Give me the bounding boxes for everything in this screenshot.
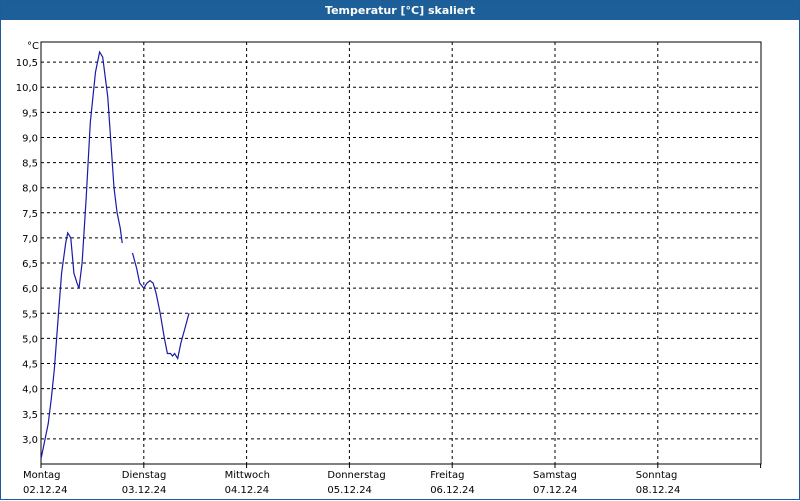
x-tick-date-label: 03.12.24 <box>122 485 167 496</box>
x-tick-day-label: Montag <box>23 470 60 481</box>
y-tick-label: 3,5 <box>22 410 38 421</box>
y-tick-label: 9,0 <box>22 133 38 144</box>
x-tick-day-label: Freitag <box>430 470 464 481</box>
y-axis-unit-label: °C <box>27 41 39 52</box>
y-tick-label: 10,0 <box>16 83 38 94</box>
y-tick-label: 7,0 <box>22 234 38 245</box>
x-tick-date-label: 05.12.24 <box>327 485 372 496</box>
x-tick-date-label: 06.12.24 <box>430 485 475 496</box>
x-tick-date-label: 02.12.24 <box>23 485 68 496</box>
chart-window: Temperatur [°C] skaliert 3,0 3,5 4,0 4,5 5,0… <box>0 0 800 500</box>
y-tick-label: 5,0 <box>22 334 38 345</box>
plot-area <box>40 41 762 465</box>
temperature-chart: 3,0 3,5 4,0 4,5 5,0 5,5 6,0 6,5 7,0 7,5 8,0 8,5 9,0 9… <box>16 41 762 496</box>
x-tick-date-label: 07.12.24 <box>533 485 578 496</box>
y-tick-label: 4,0 <box>22 385 38 396</box>
y-tick-label: 7,5 <box>22 209 38 220</box>
y-tick-label: 6,0 <box>22 284 38 295</box>
x-tick-day-label: Samstag <box>533 470 577 481</box>
y-tick-label: 9,5 <box>22 108 38 119</box>
y-tick-label: 3,0 <box>22 435 38 446</box>
y-tick-label: 4,5 <box>22 360 38 371</box>
x-tick-day-label: Sonntag <box>636 470 678 481</box>
x-tick-day-label: Donnerstag <box>327 470 385 481</box>
y-tick-label: 6,5 <box>22 259 38 270</box>
x-tick-date-label: 08.12.24 <box>636 485 681 496</box>
x-tick-day-label: Dienstag <box>122 470 167 481</box>
x-tick-date-label: 04.12.24 <box>225 485 270 496</box>
y-tick-label: 5,5 <box>22 309 38 320</box>
x-tick-day-label: Mittwoch <box>225 470 270 481</box>
y-tick-label: 10,5 <box>16 58 38 69</box>
y-tick-label: 8,5 <box>22 159 38 170</box>
y-tick-label: 8,0 <box>22 184 38 195</box>
